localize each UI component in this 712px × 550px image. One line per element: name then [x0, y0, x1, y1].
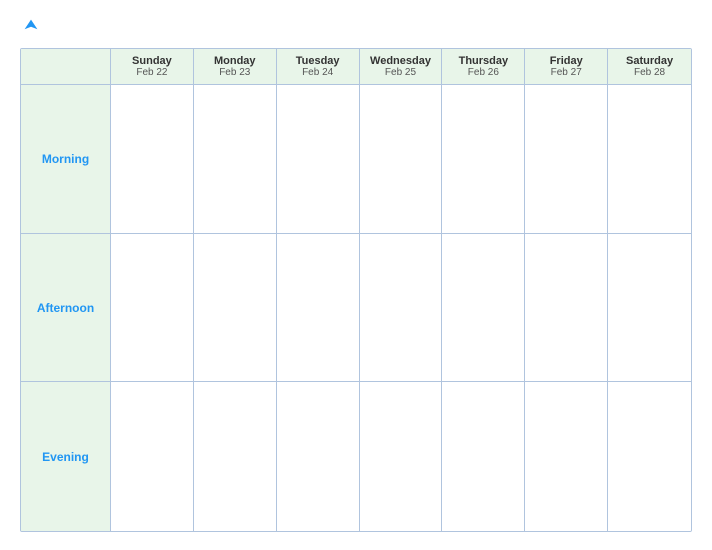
cell-afternoon-wednesday[interactable]	[360, 234, 443, 383]
header-col-monday: MondayFeb 23	[194, 49, 277, 85]
header-daily-planner	[25, 55, 106, 69]
row-afternoon: Afternoon	[21, 234, 691, 383]
cell-evening-saturday[interactable]	[608, 382, 691, 531]
row-label-morning: Morning	[21, 85, 111, 234]
cell-evening-friday[interactable]	[525, 382, 608, 531]
cell-evening-tuesday[interactable]	[277, 382, 360, 531]
header-col-saturday: SaturdayFeb 28	[608, 49, 691, 85]
cell-evening-monday[interactable]	[194, 382, 277, 531]
header-col-wednesday: WednesdayFeb 25	[360, 49, 443, 85]
cell-morning-tuesday[interactable]	[277, 85, 360, 234]
calendar-header-row: SundayFeb 22MondayFeb 23TuesdayFeb 24Wed…	[21, 49, 691, 85]
cell-afternoon-tuesday[interactable]	[277, 234, 360, 383]
cell-morning-sunday[interactable]	[111, 85, 194, 234]
logo-area	[20, 18, 39, 34]
cell-afternoon-friday[interactable]	[525, 234, 608, 383]
row-morning: Morning	[21, 85, 691, 234]
header-col-friday: FridayFeb 27	[525, 49, 608, 85]
cell-morning-saturday[interactable]	[608, 85, 691, 234]
cell-afternoon-monday[interactable]	[194, 234, 277, 383]
cell-evening-wednesday[interactable]	[360, 382, 443, 531]
page: SundayFeb 22MondayFeb 23TuesdayFeb 24Wed…	[0, 0, 712, 550]
header-col-thursday: ThursdayFeb 26	[442, 49, 525, 85]
cell-afternoon-saturday[interactable]	[608, 234, 691, 383]
header-col-sunday: SundayFeb 22	[111, 49, 194, 85]
cell-morning-wednesday[interactable]	[360, 85, 443, 234]
cell-morning-monday[interactable]	[194, 85, 277, 234]
cell-evening-sunday[interactable]	[111, 382, 194, 531]
cell-morning-friday[interactable]	[525, 85, 608, 234]
row-evening: Evening	[21, 382, 691, 531]
logo-bird-icon	[23, 18, 39, 34]
calendar: SundayFeb 22MondayFeb 23TuesdayFeb 24Wed…	[20, 48, 692, 532]
cell-morning-thursday[interactable]	[442, 85, 525, 234]
header-label-cell	[21, 49, 111, 85]
cell-evening-thursday[interactable]	[442, 382, 525, 531]
header-col-tuesday: TuesdayFeb 24	[277, 49, 360, 85]
header	[20, 18, 692, 34]
cell-afternoon-sunday[interactable]	[111, 234, 194, 383]
cell-afternoon-thursday[interactable]	[442, 234, 525, 383]
logo-text	[20, 18, 39, 34]
row-label-evening: Evening	[21, 382, 111, 531]
row-label-afternoon: Afternoon	[21, 234, 111, 383]
calendar-body: MorningAfternoonEvening	[21, 85, 691, 531]
